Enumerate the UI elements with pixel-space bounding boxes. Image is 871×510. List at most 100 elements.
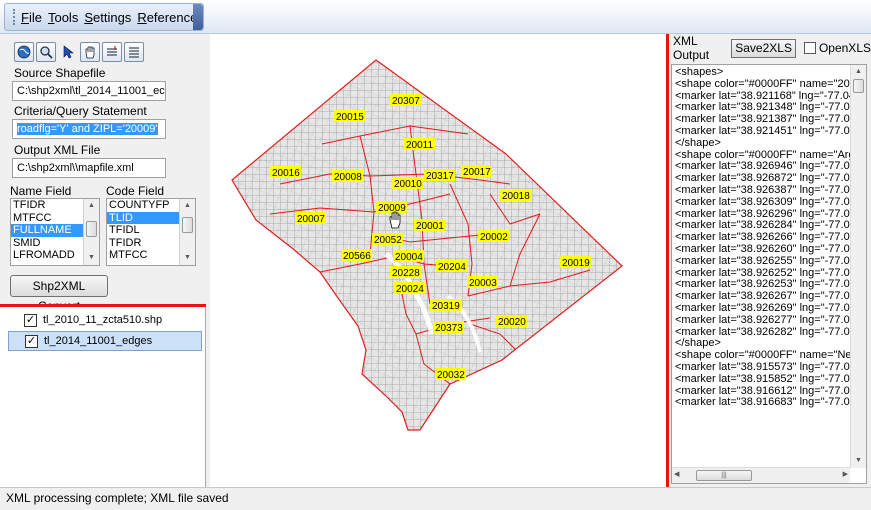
checkbox-checked-icon[interactable]: ✓ bbox=[25, 334, 38, 348]
openxls-label: OpenXLS bbox=[818, 41, 871, 55]
grip-handle[interactable] bbox=[13, 9, 15, 25]
map-view[interactable]: 20307 20015 20011 20016 20008 20010 2031… bbox=[210, 34, 666, 487]
scrollbar[interactable]: ◀ ||| ▶ bbox=[672, 467, 850, 483]
globe-icon[interactable] bbox=[14, 42, 34, 62]
zip-label: 20307 bbox=[392, 96, 420, 107]
menu-overflow-button[interactable] bbox=[193, 4, 203, 30]
scroll-right-icon[interactable]: ▶ bbox=[843, 470, 848, 478]
zip-label: 20015 bbox=[336, 112, 364, 123]
control-panel: Source Shapefile C:\shp2xml\tl_2014_1100… bbox=[0, 34, 206, 313]
menu-settings[interactable]: Settings bbox=[84, 10, 131, 25]
map-canvas[interactable]: 20307 20015 20011 20016 20008 20010 2031… bbox=[210, 34, 666, 487]
layer-item-selected[interactable]: ✓ tl_2014_11001_edges bbox=[8, 331, 202, 351]
zip-label: 20032 bbox=[437, 370, 465, 381]
scroll-down-icon[interactable]: ▼ bbox=[84, 251, 99, 265]
code-field-label: Code Field bbox=[106, 184, 165, 198]
scrollbar[interactable]: ▲ ▼ bbox=[83, 199, 99, 265]
xml-line: <marker lat="38.926269" lng="-77.03 bbox=[675, 301, 850, 314]
checkbox-icon[interactable] bbox=[803, 42, 816, 54]
zip-label: 20002 bbox=[480, 232, 508, 243]
xml-line: <marker lat="38.926255" lng="-77.03 bbox=[675, 254, 850, 267]
zip-label: 20020 bbox=[498, 317, 526, 328]
scroll-down-icon[interactable]: ▼ bbox=[851, 454, 866, 468]
layer-list: ✓ tl_2010_11_zcta510.shp ✓ tl_2014_11001… bbox=[0, 307, 206, 487]
xml-output-textbox[interactable]: <shapes> <shape color="#0000FF" name="20t… bbox=[671, 64, 867, 484]
code-field-list[interactable]: COUNTYFP TLID TFIDL TFIDR MTFCC ▲ ▼ bbox=[106, 198, 196, 266]
checkbox-checked-icon[interactable]: ✓ bbox=[24, 313, 37, 327]
output-label: Output XML File bbox=[14, 143, 101, 157]
scroll-thumb[interactable] bbox=[86, 221, 97, 237]
zip-label: 20566 bbox=[343, 251, 371, 262]
xml-line: <marker lat="38.926260" lng="-77.03 bbox=[675, 242, 850, 255]
zip-label: 20373 bbox=[435, 323, 463, 334]
scrollbar[interactable]: ▲ ▼ bbox=[850, 65, 866, 468]
zip-label: 20010 bbox=[394, 179, 422, 190]
convert-button[interactable]: Shp2XML Convert bbox=[10, 275, 108, 313]
xml-lines: <shapes> <shape color="#0000FF" name="20t… bbox=[675, 67, 850, 409]
xml-output-label: XML Output bbox=[673, 34, 710, 62]
list-icon[interactable] bbox=[124, 42, 144, 62]
zip-label: 20017 bbox=[463, 167, 491, 178]
xml-line: <marker lat="38.926277" lng="-77.03 bbox=[675, 313, 850, 326]
zip-label: 20317 bbox=[426, 171, 454, 182]
zip-label: 20003 bbox=[469, 278, 497, 289]
zip-label: 20204 bbox=[438, 262, 466, 273]
layer-name: tl_2010_11_zcta510.shp bbox=[43, 314, 163, 326]
zip-label: 20009 bbox=[378, 203, 406, 214]
criteria-value: roadflg='Y' and ZIPL='20009' bbox=[17, 123, 158, 135]
xml-line: <marker lat="38.926387" lng="-77.03 bbox=[675, 183, 850, 196]
zip-label: 20007 bbox=[297, 214, 325, 225]
output-file-input[interactable]: C:\shp2xml\\mapfile.xml bbox=[12, 158, 166, 178]
save2xls-button[interactable]: Save2XLS bbox=[731, 38, 796, 58]
openxls-checkbox[interactable]: OpenXLS bbox=[803, 41, 871, 55]
zip-label: 20008 bbox=[334, 172, 362, 183]
source-label: Source Shapefile bbox=[14, 66, 106, 80]
menu-strip: File Tools Settings Reference bbox=[4, 3, 204, 31]
layer-item[interactable]: ✓ tl_2010_11_zcta510.shp bbox=[8, 310, 202, 330]
menu-file[interactable]: File bbox=[21, 10, 42, 25]
name-field-label: Name Field bbox=[10, 184, 72, 198]
scroll-thumb[interactable]: ||| bbox=[696, 470, 752, 481]
xml-panel: XML Output Save2XLS OpenXLS <shapes> <sha… bbox=[669, 34, 871, 487]
zip-label: 20016 bbox=[272, 168, 300, 179]
zip-label: 20019 bbox=[562, 258, 590, 269]
scroll-thumb[interactable] bbox=[182, 217, 193, 233]
pointer-icon[interactable] bbox=[58, 42, 78, 62]
zip-label: 20001 bbox=[416, 221, 444, 232]
menu-reference[interactable]: Reference bbox=[137, 10, 197, 25]
xml-header: XML Output Save2XLS OpenXLS bbox=[673, 34, 871, 62]
scroll-up-icon[interactable]: ▲ bbox=[84, 199, 99, 213]
scrollbar[interactable]: ▲ ▼ bbox=[179, 199, 195, 265]
zip-label: 20024 bbox=[396, 284, 424, 295]
zip-label: 20011 bbox=[406, 140, 434, 151]
xml-line: <shape color="#0000FF" name="20t bbox=[675, 77, 850, 90]
scroll-up-icon[interactable]: ▲ bbox=[180, 199, 195, 213]
layer-name: tl_2014_11001_edges bbox=[44, 335, 153, 347]
zip-label: 20228 bbox=[392, 268, 420, 279]
zip-label: 20319 bbox=[432, 301, 460, 312]
scroll-down-icon[interactable]: ▼ bbox=[180, 251, 195, 265]
status-bar: XML processing complete; XML file saved bbox=[0, 487, 871, 510]
source-shapefile-input[interactable]: C:\shp2xml\tl_2014_11001_ec bbox=[12, 81, 166, 101]
xml-line: </shape> bbox=[675, 136, 721, 149]
zip-label: 20004 bbox=[395, 252, 423, 263]
xml-line: <marker lat="38.926309" lng="-77.03 bbox=[675, 195, 850, 208]
name-field-list[interactable]: TFIDR MTFCC FULLNAME SMID LFROMADD ▲ ▼ bbox=[10, 198, 100, 266]
xml-line: <marker lat="38.915573" lng="-77.03 bbox=[675, 360, 850, 373]
zoom-icon[interactable] bbox=[36, 42, 56, 62]
hand-icon[interactable] bbox=[80, 42, 100, 62]
criteria-input[interactable]: roadflg='Y' and ZIPL='20009' bbox=[12, 119, 166, 139]
scroll-up-icon[interactable]: ▲ bbox=[851, 65, 866, 79]
zip-label: 20052 bbox=[374, 235, 402, 246]
list-add-icon[interactable] bbox=[102, 42, 122, 62]
scroll-left-icon[interactable]: ◀ bbox=[674, 470, 679, 478]
xml-line: <marker lat="38.916683" lng="-77.03 bbox=[675, 396, 850, 409]
criteria-label: Criteria/Query Statement bbox=[14, 104, 147, 118]
xml-line: <marker lat="38.921451" lng="-77.04 bbox=[675, 124, 850, 137]
menu-bar: File Tools Settings Reference bbox=[0, 0, 871, 34]
toolbar bbox=[14, 42, 144, 62]
zip-label: 20018 bbox=[502, 191, 530, 202]
menu-tools[interactable]: Tools bbox=[48, 10, 78, 25]
scroll-thumb[interactable] bbox=[853, 79, 864, 93]
xml-line: <marker lat="38.915852" lng="-77.03 bbox=[675, 372, 850, 385]
